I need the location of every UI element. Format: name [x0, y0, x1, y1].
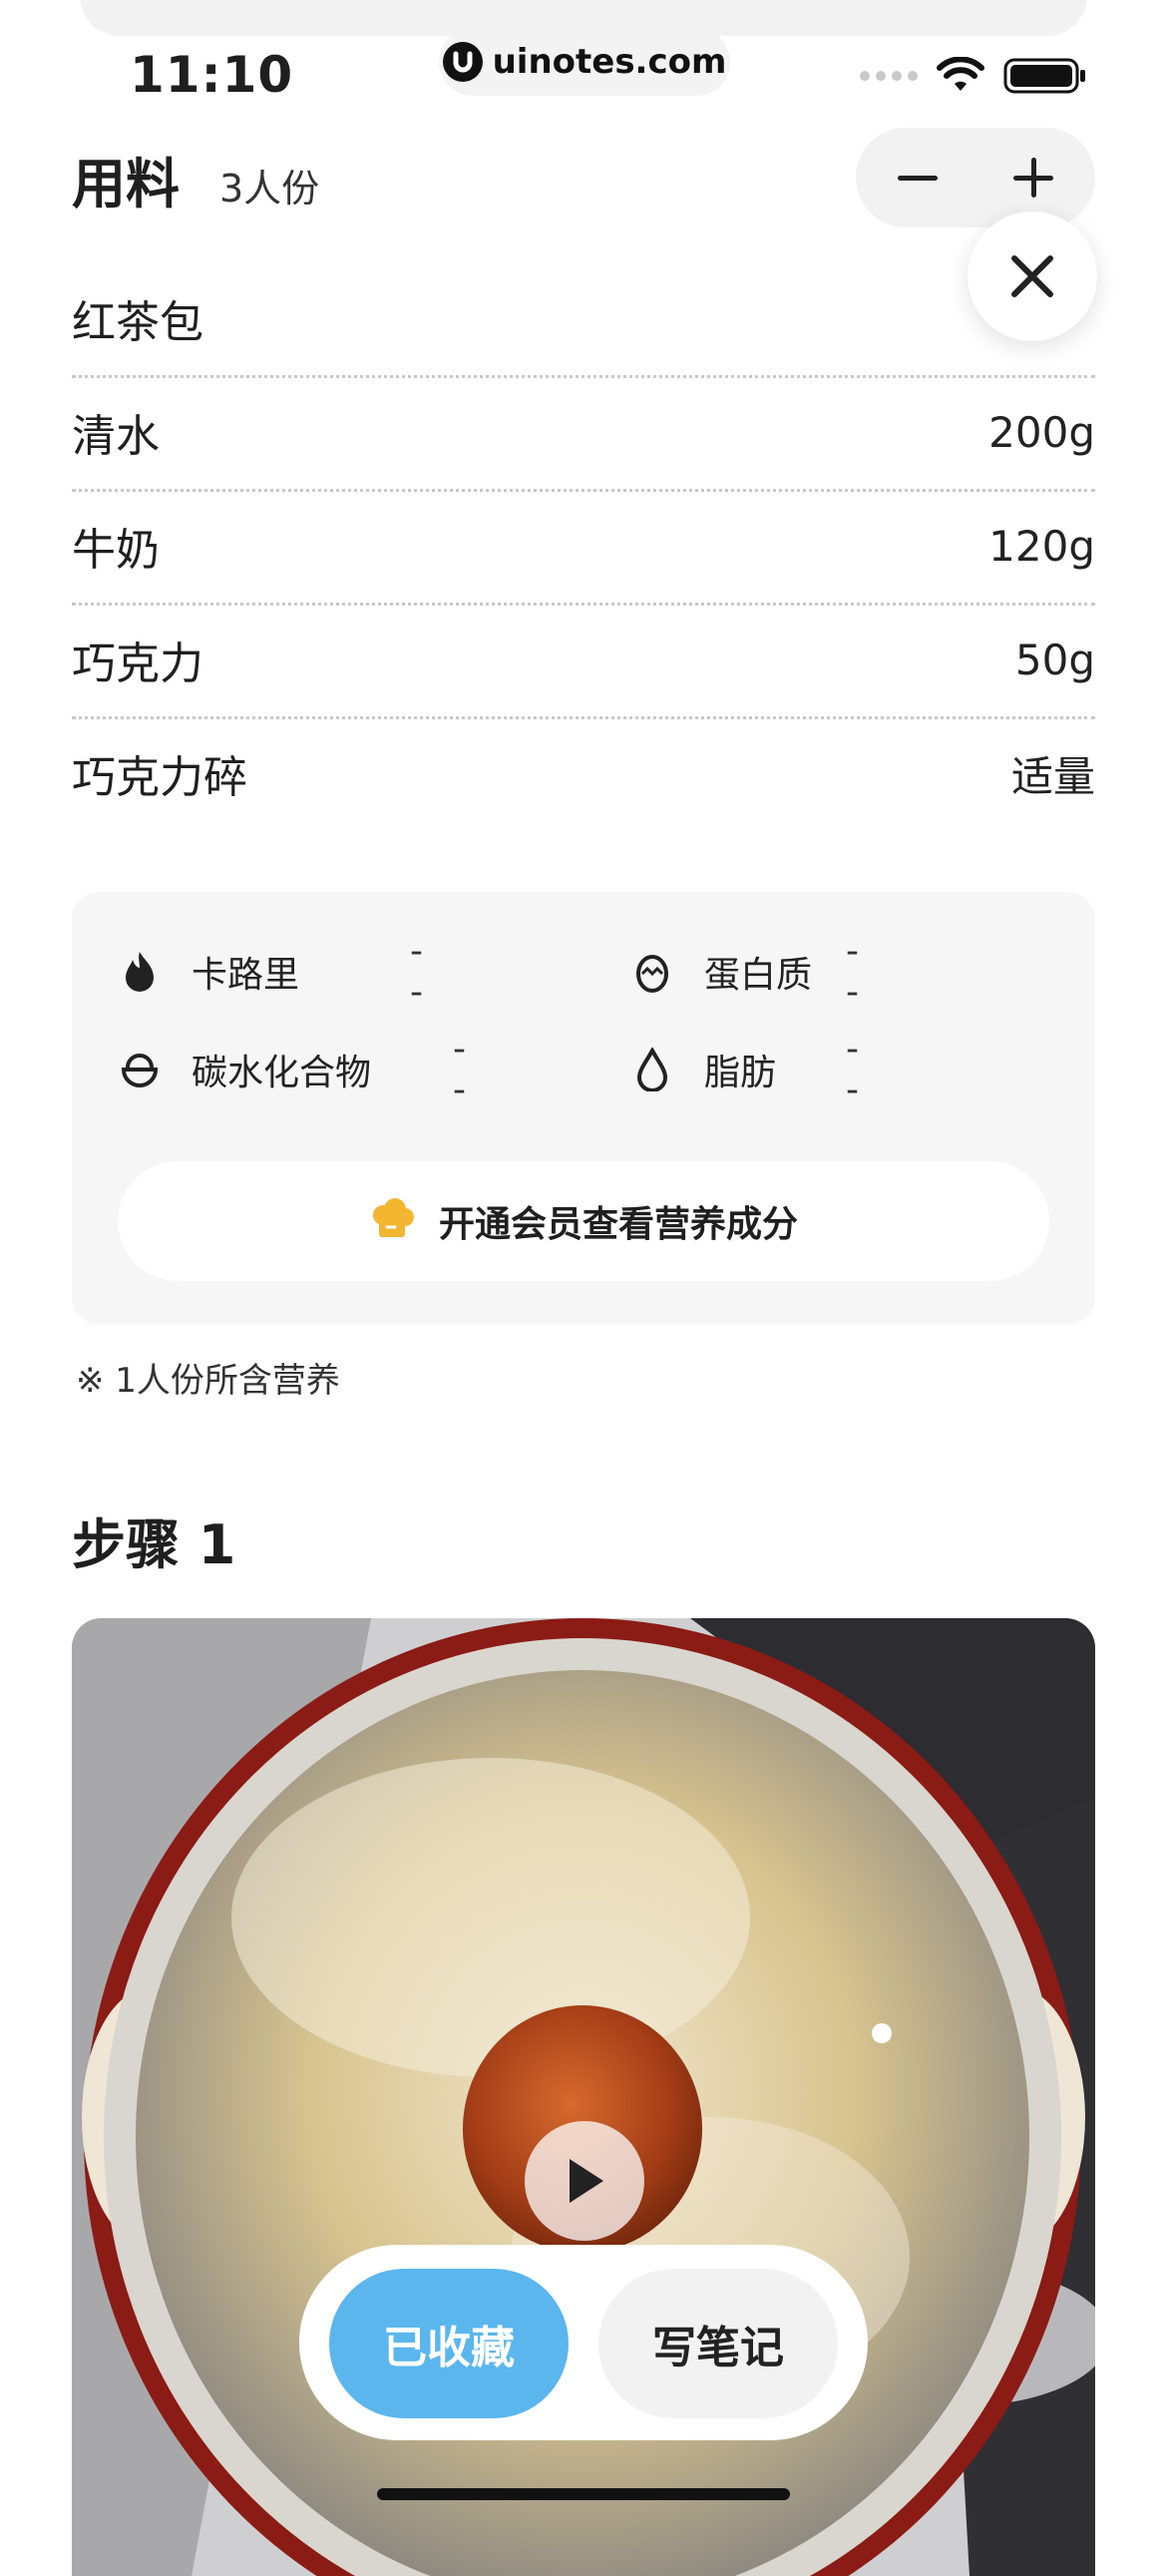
chef-hat-icon — [372, 1198, 414, 1237]
ingredient-amount: 50g — [1014, 635, 1095, 684]
home-indicator — [377, 2488, 790, 2500]
nutrition-panel: 卡路里 -- 蛋白质 -- 碳水化合物 -- 脂肪 -- 开通会员查看营养成分 — [72, 892, 1095, 1325]
ingredient-row: 巧克力碎 适量 — [72, 716, 1095, 830]
write-note-button[interactable]: 写笔记 — [598, 2269, 838, 2418]
play-button[interactable] — [525, 2121, 644, 2241]
ingredient-name: 巧克力 — [72, 639, 203, 689]
status-time: 11:10 — [130, 46, 294, 104]
nutrition-protein: 蛋白质 -- — [630, 931, 859, 1013]
signal-icon — [860, 71, 918, 81]
flame-icon — [118, 950, 162, 994]
drop-icon — [630, 1048, 674, 1091]
ingredients-title: 用料 — [72, 153, 180, 215]
nutrition-label: 脂肪 — [704, 1053, 777, 1093]
battery-icon — [1003, 58, 1085, 94]
bowl-icon — [118, 1048, 162, 1091]
play-icon — [570, 2159, 603, 2203]
nutrition-value: -- — [846, 1029, 859, 1110]
nutrition-label: 碳水化合物 — [192, 1053, 372, 1093]
url-pill[interactable]: uinotes.com — [439, 28, 730, 96]
step-title: 步骤 1 — [72, 1513, 236, 1576]
wifi-icon — [937, 57, 984, 91]
action-bar: 已收藏 写笔记 — [299, 2245, 868, 2440]
nutrition-carbs: 碳水化合物 -- — [118, 1029, 466, 1110]
favorite-button[interactable]: 已收藏 — [329, 2269, 569, 2418]
ingredient-amount: 200g — [988, 407, 1095, 457]
nutrition-value: -- — [453, 1029, 466, 1110]
minus-icon[interactable] — [898, 176, 938, 181]
vip-button-label: 开通会员查看营养成分 — [438, 1204, 798, 1245]
ingredient-name: 红茶包 — [72, 297, 203, 348]
site-logo-icon — [442, 42, 483, 82]
servings-stepper — [856, 128, 1095, 227]
ingredient-name: 巧克力碎 — [72, 752, 247, 803]
ingredient-amount: 适量 — [1010, 751, 1095, 801]
ingredient-name: 清水 — [72, 411, 160, 462]
ingredient-row: 牛奶 120g — [72, 489, 1095, 606]
nutrition-value: -- — [846, 931, 859, 1013]
ingredient-row: 巧克力 50g — [72, 603, 1095, 719]
ingredient-amount: 120g — [988, 521, 1095, 571]
url-text: uinotes.com — [492, 42, 727, 82]
nutrition-value: -- — [410, 931, 423, 1013]
nutrition-label: 蛋白质 — [704, 955, 813, 996]
nutrition-calories: 卡路里 -- — [118, 931, 423, 1013]
egg-icon — [630, 950, 674, 994]
nutrition-fat: 脂肪 -- — [630, 1029, 859, 1110]
nutrition-label: 卡路里 — [192, 955, 300, 996]
ingredient-row: 红茶包 — [72, 261, 1095, 378]
vip-nutrition-button[interactable]: 开通会员查看营养成分 — [118, 1161, 1049, 1281]
ingredient-row: 清水 200g — [72, 375, 1095, 492]
ingredient-name: 牛奶 — [72, 525, 160, 576]
nutrition-note: ※ 1人份所含营养 — [76, 1361, 340, 1401]
status-icons — [860, 56, 1087, 96]
servings-count: 3人份 — [219, 167, 320, 211]
